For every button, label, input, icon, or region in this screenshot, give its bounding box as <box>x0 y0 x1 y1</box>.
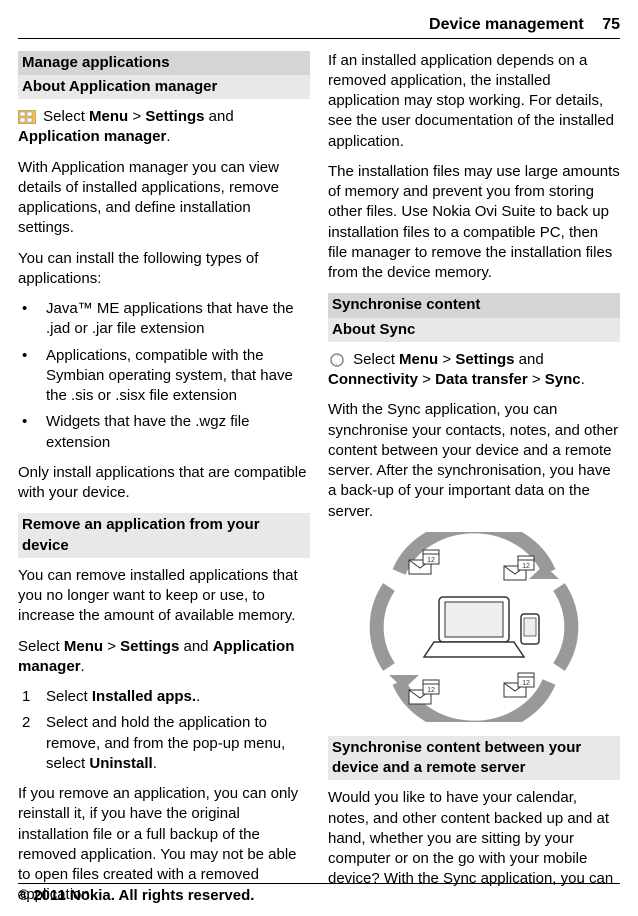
appmgr-select-path: Select Menu > Settings and Application m… <box>18 107 310 148</box>
sync-select-path: Select Menu > Settings and Connectivity … <box>328 350 620 391</box>
subsection-remove-app: Remove an application from your device <box>18 513 310 558</box>
header-title: Device management <box>429 16 584 33</box>
list-item: Java™ ME applications that have the .jad… <box>18 299 310 340</box>
memory-warning: The installation files may use large amo… <box>328 162 620 284</box>
sync-diagram: 12 12 12 <box>359 532 589 722</box>
remove-select-path: Select Menu > Settings and Application m… <box>18 637 310 678</box>
list-item: Widgets that have the .wgz file extensio… <box>18 412 310 453</box>
svg-text:12: 12 <box>427 687 435 694</box>
page-header: Device management 75 <box>18 14 620 39</box>
subsection-about-appmgr: About Application manager <box>18 75 310 99</box>
list-item: Applications, compatible with the Symbia… <box>18 346 310 407</box>
svg-text:12: 12 <box>522 563 530 570</box>
right-column: If an installed application depends on a… <box>328 51 620 916</box>
subsection-about-sync: About Sync <box>328 318 620 342</box>
app-types-list: Java™ ME applications that have the .jad… <box>18 299 310 453</box>
svg-text:12: 12 <box>522 680 530 687</box>
subsection-sync-remote: Synchronise content between your device … <box>328 736 620 781</box>
app-manager-icon <box>18 110 36 124</box>
left-column: Manage applications About Application ma… <box>18 51 310 916</box>
dependency-warning: If an installed application depends on a… <box>328 51 620 152</box>
section-manage-apps: Manage applications <box>18 51 310 75</box>
list-item: 2 Select and hold the application to rem… <box>18 713 310 774</box>
install-types-intro: You can install the following types of a… <box>18 249 310 290</box>
sync-desc: With the Sync application, you can synch… <box>328 400 620 522</box>
remove-steps: 1 Select Installed apps.. 2 Select and h… <box>18 687 310 774</box>
compat-warning: Only install applications that are compa… <box>18 463 310 504</box>
appmgr-desc: With Application manager you can view de… <box>18 158 310 239</box>
sync-icon <box>328 353 346 367</box>
svg-text:12: 12 <box>427 557 435 564</box>
section-sync: Synchronise content <box>328 293 620 317</box>
sync-remote-desc: Would you like to have your calendar, no… <box>328 788 620 889</box>
copyright-footer: © 2011 Nokia. All rights reserved. <box>18 883 620 906</box>
remove-desc: You can remove installed applications th… <box>18 566 310 627</box>
list-item: 1 Select Installed apps.. <box>18 687 310 707</box>
page-number: 75 <box>602 16 620 33</box>
